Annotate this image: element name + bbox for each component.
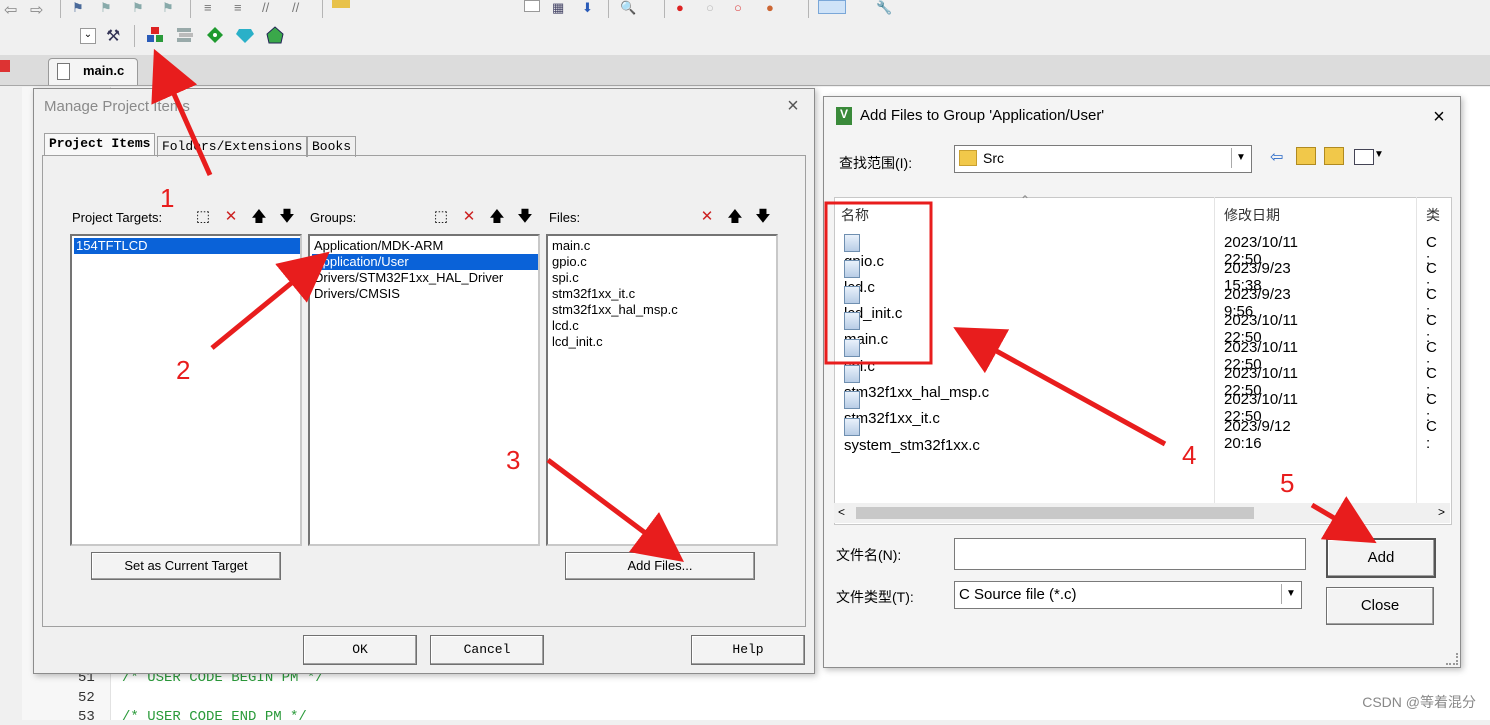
annotation-label: 5 [1280, 468, 1295, 498]
annotation-arrow [953, 327, 1167, 447]
annotation-label: 3 [506, 445, 521, 475]
annotation-arrow [210, 251, 330, 350]
annotation-arrow [546, 458, 684, 562]
annotation-highlight-box [824, 201, 933, 365]
watermark: CSDN @等着混分 [1362, 694, 1476, 710]
annotation-label: 4 [1182, 440, 1197, 470]
annotation-label: 1 [160, 183, 175, 213]
annotation-arrow [1310, 496, 1377, 544]
annotation-overlay [151, 48, 1377, 562]
annotation-arrow [151, 48, 213, 177]
annotation-label: 2 [176, 355, 191, 385]
